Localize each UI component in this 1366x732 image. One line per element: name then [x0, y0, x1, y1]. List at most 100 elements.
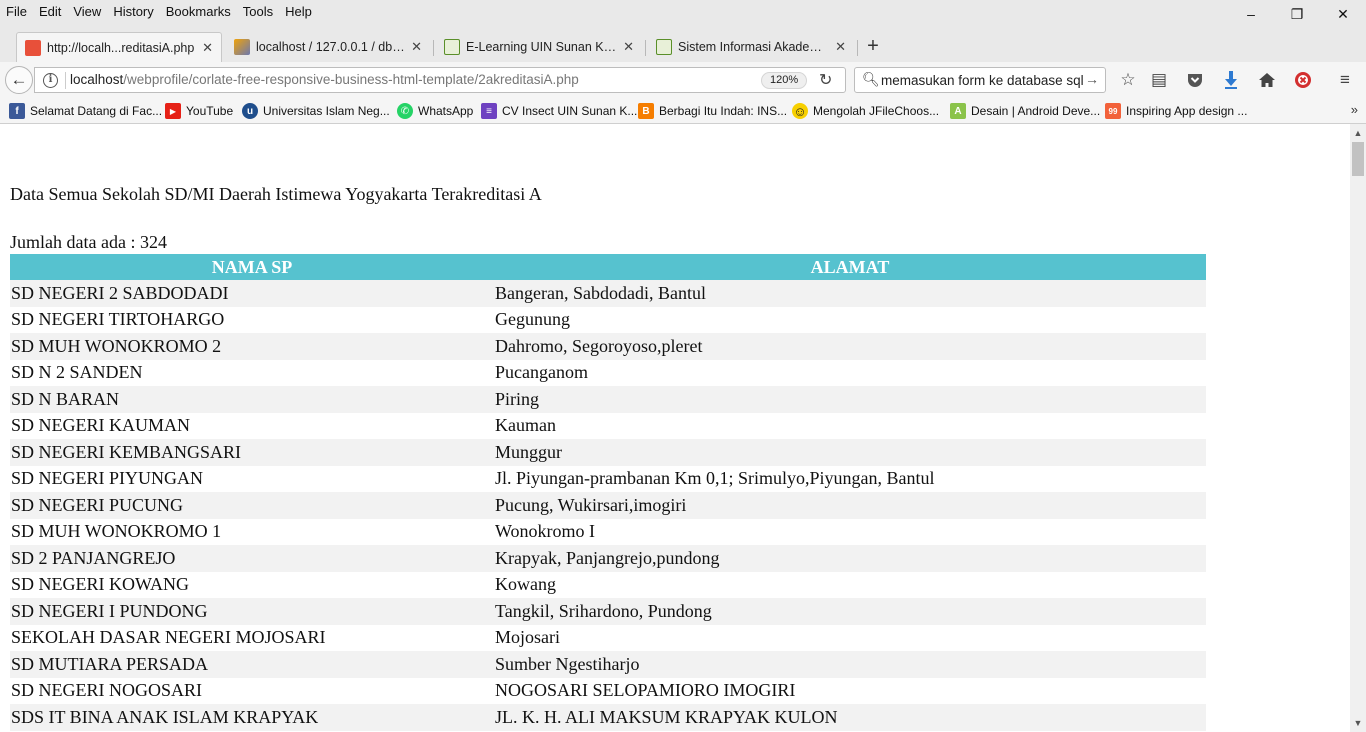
bookmark-facebook[interactable]: f Selamat Datang di Fac...: [9, 103, 162, 119]
table-row: SD NEGERI KAUMAN Kauman: [10, 412, 1206, 439]
bookmark-android[interactable]: A Desain | Android Deve...: [950, 103, 1100, 119]
reading-list-icon[interactable]: ▤: [1148, 69, 1170, 91]
school-name-cell: SD MUTIARA PERSADA: [11, 653, 209, 674]
new-tab-button[interactable]: +: [862, 35, 884, 57]
phpmyadmin-icon: [234, 39, 250, 55]
bookmark-99designs[interactable]: 99 Inspiring App design ...: [1105, 103, 1247, 119]
school-name-cell: SD 2 PANJANGREJO: [11, 547, 176, 568]
menu-tools[interactable]: Tools: [237, 2, 279, 22]
school-address-cell: Sumber Ngestiharjo: [495, 653, 640, 674]
bookmark-label: Universitas Islam Neg...: [263, 104, 390, 118]
school-name-cell: SD N 2 SANDEN: [11, 362, 143, 383]
menu-bookmarks[interactable]: Bookmarks: [160, 2, 237, 22]
url-bar[interactable]: i localhost/webprofile/corlate-free-resp…: [34, 67, 846, 93]
bookmark-youtube[interactable]: ▶ YouTube: [165, 103, 233, 119]
home-icon[interactable]: [1256, 69, 1278, 91]
menu-file[interactable]: File: [0, 2, 33, 22]
arrow-right-icon[interactable]: →: [1085, 71, 1099, 87]
menu-view[interactable]: View: [67, 2, 107, 22]
school-name-cell: SD NEGERI TIRTOHARGO: [11, 309, 225, 330]
close-tab-icon[interactable]: ✕: [411, 39, 422, 55]
tab-siakad[interactable]: Sistem Informasi Akademi... ✕: [648, 32, 854, 62]
pocket-icon[interactable]: [1184, 69, 1206, 91]
school-address-cell: NOGOSARI SELOPAMIORO IMOGIRI: [495, 680, 796, 701]
scrollbar-thumb[interactable]: [1352, 142, 1364, 176]
scroll-down-arrow-icon[interactable]: ▼: [1350, 716, 1366, 730]
bookmark-berbagi[interactable]: B Berbagi Itu Indah: INS...: [638, 103, 787, 119]
table-body: SD NEGERI 2 SABDODADI Bangeran, Sabdodadi…: [10, 280, 1206, 731]
bookmark-label: Mengolah JFileChoos...: [813, 104, 940, 118]
bookmark-label: WhatsApp: [418, 104, 474, 118]
school-name-cell: SD MUH WONOKROMO 1: [11, 521, 222, 542]
school-address-cell: Bangeran, Sabdodadi, Bantul: [495, 282, 706, 303]
school-address-cell: Dahromo, Segoroyoso,pleret: [495, 335, 703, 356]
url-text[interactable]: localhost/webprofile/corlate-free-respon…: [70, 72, 579, 87]
tab-title: Sistem Informasi Akademi...: [678, 40, 830, 54]
download-icon[interactable]: [1220, 69, 1242, 91]
info-icon[interactable]: i: [43, 73, 58, 88]
smiley-icon: ☺: [792, 103, 808, 119]
reload-icon[interactable]: ↻: [819, 70, 832, 90]
bookmark-label: Berbagi Itu Indah: INS...: [659, 104, 788, 118]
table-row: SD 2 PANJANGREJO Krapyak, Panjangrejo,pun…: [10, 545, 1206, 572]
url-host: localhost: [70, 72, 124, 87]
tab-bar: http://localh...reditasiA.php ✕ localhos…: [0, 24, 1366, 62]
tab-separator: [433, 40, 434, 56]
school-name-cell: SD NEGERI 2 SABDODADI: [11, 282, 229, 303]
zoom-level-badge[interactable]: 120%: [761, 72, 808, 89]
close-tab-icon[interactable]: ✕: [202, 40, 213, 56]
tab-separator: [645, 40, 646, 56]
bookmark-uin[interactable]: u Universitas Islam Neg...: [242, 103, 390, 119]
menu-help[interactable]: Help: [279, 2, 318, 22]
bookmark-cv-insect[interactable]: ≡ CV Insect UIN Sunan K...: [481, 103, 637, 119]
table-row: SD NEGERI TIRTOHARGO Gegunung: [10, 306, 1206, 333]
bookmark-label: Selamat Datang di Fac...: [30, 104, 163, 118]
navigation-bar: i localhost/webprofile/corlate-free-resp…: [0, 62, 1366, 98]
school-name-cell: SD NEGERI KAUMAN: [11, 415, 190, 436]
school-address-cell: Piring: [495, 388, 540, 409]
bookmark-whatsapp[interactable]: ✆ WhatsApp: [397, 103, 473, 119]
school-address-cell: Pucanganom: [495, 362, 588, 383]
schools-table: NAMA SP ALAMAT SD NEGERI 2 SABDODADI Bang…: [10, 254, 1206, 731]
bookmark-jfilechooser[interactable]: ☺ Mengolah JFileChoos...: [792, 103, 939, 119]
school-name-cell: SDS IT BINA ANAK ISLAM KRAPYAK: [11, 706, 319, 727]
tab-phpmyadmin[interactable]: localhost / 127.0.0.1 / db_s... ✕: [226, 32, 430, 62]
close-tab-icon[interactable]: ✕: [623, 39, 634, 55]
menu-edit[interactable]: Edit: [33, 2, 67, 22]
99designs-icon: 99: [1105, 103, 1121, 119]
school-address-cell: Krapyak, Panjangrejo,pundong: [495, 547, 720, 568]
bookmarks-overflow-button[interactable]: »: [1351, 102, 1358, 117]
page-title: Data Semua Sekolah SD/MI Daerah Istimewa…: [10, 184, 542, 204]
search-input[interactable]: memasukan form ke database sql: [881, 73, 1086, 88]
tab-akreditasi[interactable]: http://localh...reditasiA.php ✕: [16, 32, 222, 62]
tab-elearning[interactable]: E-Learning UIN Sunan Kali... ✕: [436, 32, 642, 62]
back-button[interactable]: ←: [5, 66, 33, 94]
close-tab-icon[interactable]: ✕: [835, 39, 846, 55]
table-row: SD N BARAN Piring: [10, 386, 1206, 413]
school-address-cell: Wonokromo I: [495, 521, 596, 542]
school-name-cell: SD NEGERI I PUNDONG: [11, 600, 208, 621]
bookmark-label: Inspiring App design ...: [1126, 104, 1248, 118]
school-address-cell: Munggur: [495, 441, 562, 462]
url-path: /webprofile/corlate-free-responsive-busi…: [123, 72, 579, 87]
bookmark-label: CV Insect UIN Sunan K...: [502, 104, 638, 118]
school-name-cell: SD NEGERI PIYUNGAN: [11, 468, 203, 489]
addon-block-icon[interactable]: [1292, 69, 1314, 91]
url-separator: [65, 72, 66, 89]
school-name-cell: SD NEGERI NOGOSARI: [11, 680, 203, 701]
search-bar[interactable]: 🔍︎ memasukan form ke database sql →: [854, 67, 1106, 93]
school-address-cell: Jl. Piyungan-prambanan Km 0,1; Srimulyo,…: [495, 468, 935, 489]
menu-history[interactable]: History: [107, 2, 159, 22]
bookmark-label: YouTube: [186, 104, 234, 118]
school-address-cell: Mojosari: [495, 627, 560, 648]
window-controls: – ❐ ✕: [1228, 0, 1366, 24]
hamburger-menu-icon[interactable]: ≡: [1334, 69, 1356, 91]
vertical-scrollbar[interactable]: ▲ ▼: [1350, 124, 1366, 732]
table-header-row: NAMA SP ALAMAT: [10, 254, 1206, 280]
scroll-up-arrow-icon[interactable]: ▲: [1350, 126, 1366, 140]
table-row: SD NEGERI KEMBANGSARI Munggur: [10, 439, 1206, 466]
list-icon: ≡: [481, 103, 497, 119]
school-address-cell: Gegunung: [495, 309, 570, 330]
star-bookmark-icon[interactable]: ☆: [1117, 69, 1139, 91]
table-row: SD N 2 SANDEN Pucanganom: [10, 359, 1206, 386]
